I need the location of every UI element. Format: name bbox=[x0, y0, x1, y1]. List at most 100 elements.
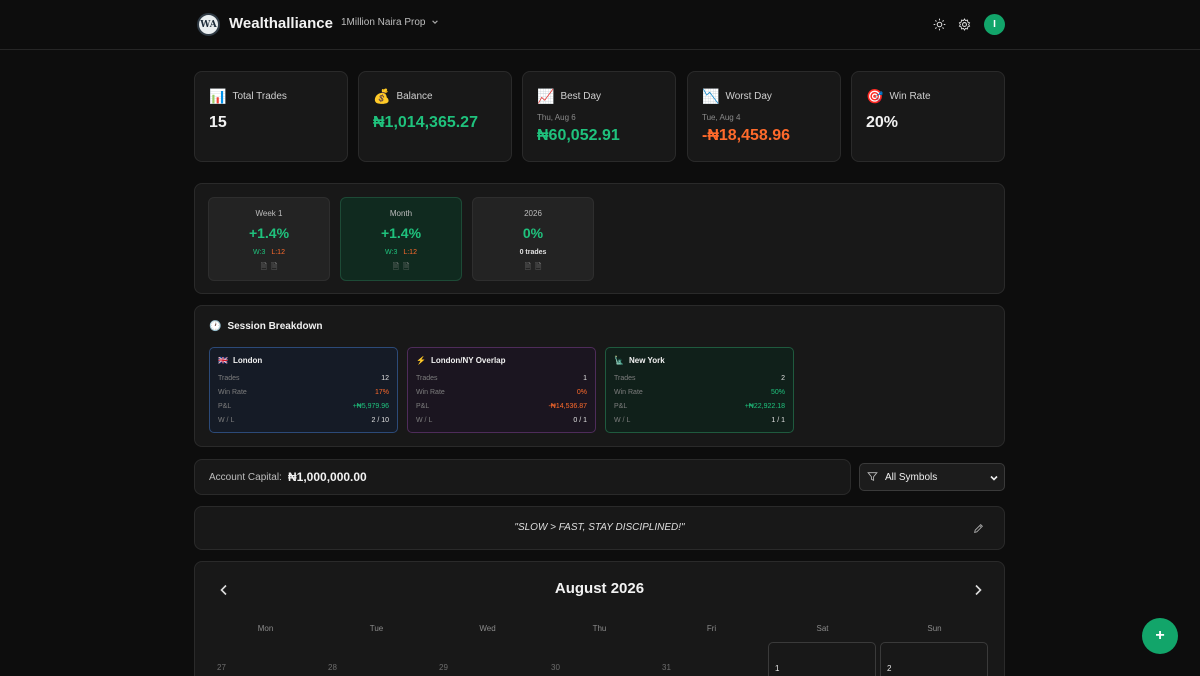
session-row-wl: W / L 0 / 1 bbox=[416, 417, 587, 427]
weekday-header: Thu bbox=[592, 624, 607, 633]
period-actions: 🗎 🗎 bbox=[341, 261, 461, 275]
day-number: 2 bbox=[887, 664, 892, 673]
document-icon[interactable]: 🗎 bbox=[525, 262, 531, 271]
row-value: 1 / 1 bbox=[771, 417, 785, 424]
period-actions: 🗎 🗎 bbox=[473, 261, 593, 275]
row-label: W / L bbox=[614, 417, 631, 424]
row-value: 50% bbox=[770, 389, 785, 396]
calendar-day-outside: 29 bbox=[433, 642, 541, 676]
stat-date: Thu, Aug 6 bbox=[537, 113, 576, 122]
symbol-filter-select[interactable]: All Symbols bbox=[859, 463, 1005, 491]
session-row-pnl: P&L -₦14,536.87 bbox=[416, 403, 587, 413]
account-name: 1Million Naira Prop bbox=[341, 17, 426, 28]
document-icon[interactable]: 🗎 bbox=[261, 262, 267, 271]
row-value: +₦22,922.18 bbox=[744, 403, 785, 410]
row-label: W / L bbox=[416, 417, 433, 424]
chevron-down-icon bbox=[431, 18, 439, 28]
day-number: 31 bbox=[662, 663, 671, 672]
session-name: London/NY Overlap bbox=[430, 356, 506, 365]
period-win-loss: W:3 L:12 bbox=[341, 249, 461, 256]
session-name: London bbox=[232, 356, 263, 365]
calendar-month-title: August 2026 bbox=[554, 580, 645, 597]
row-value: 0 / 1 bbox=[573, 417, 587, 424]
calendar-day[interactable]: 2 bbox=[880, 642, 988, 676]
session-row-win-rate: Win Rate 17% bbox=[218, 389, 389, 399]
period-card-month[interactable]: Month +1.4% W:3 L:12 🗎 🗎 bbox=[340, 197, 462, 281]
weekday-header: Tue bbox=[369, 624, 384, 633]
capital-value[interactable]: ₦1,000,000.00 bbox=[288, 470, 367, 484]
stat-card-balance: 💰 Balance ₦1,014,365.27 bbox=[358, 71, 512, 162]
clock-icon: 🕐 bbox=[209, 321, 222, 332]
row-label: Trades bbox=[614, 375, 636, 382]
row-label: Win Rate bbox=[218, 389, 247, 396]
period-actions: 🗎 🗎 bbox=[209, 261, 329, 275]
period-card-year[interactable]: 2026 0% 0 trades 🗎 🗎 bbox=[472, 197, 594, 281]
row-label: Trades bbox=[416, 375, 438, 382]
account-switcher[interactable]: 1Million Naira Prop bbox=[341, 17, 439, 28]
stat-label: Worst Day bbox=[725, 91, 772, 102]
edit-pencil-icon[interactable] bbox=[973, 523, 984, 537]
session-row-wl: W / L 2 / 10 bbox=[218, 417, 389, 427]
brand-logo[interactable]: WA bbox=[197, 13, 220, 36]
period-label: Month bbox=[389, 209, 413, 218]
settings-gear-icon[interactable] bbox=[956, 16, 972, 32]
next-month-chevron-icon[interactable] bbox=[973, 584, 983, 599]
row-value: -₦14,536.87 bbox=[548, 403, 587, 410]
session-card-new-york[interactable]: 🗽 New York Trades 2 Win Rate 50% P&L +₦22,92… bbox=[605, 347, 794, 433]
chart-up-icon: 📈 bbox=[537, 88, 555, 104]
losses-count: L:12 bbox=[403, 249, 417, 256]
calendar-day[interactable]: 1 bbox=[768, 642, 876, 676]
brand-name[interactable]: Wealthalliance bbox=[229, 15, 333, 32]
target-icon: 🎯 bbox=[866, 88, 884, 104]
session-card-london[interactable]: 🇬🇧 London Trades 12 Win Rate 17% P&L +₦5,979… bbox=[209, 347, 398, 433]
document-icon[interactable]: 🗎 bbox=[403, 262, 409, 271]
bar-chart-icon: 📊 bbox=[209, 88, 227, 104]
period-card-week[interactable]: Week 1 +1.4% W:3 L:12 🗎 🗎 bbox=[208, 197, 330, 281]
row-value: 1 bbox=[583, 375, 587, 382]
session-row-pnl: P&L +₦5,979.96 bbox=[218, 403, 389, 413]
theme-toggle-sun-icon[interactable] bbox=[931, 16, 947, 32]
document-icon[interactable]: 🗎 bbox=[271, 262, 277, 271]
session-row-win-rate: Win Rate 0% bbox=[416, 389, 587, 399]
session-card-overlap[interactable]: ⚡ London/NY Overlap Trades 1 Win Rate 0% P&… bbox=[407, 347, 596, 433]
document-icon[interactable]: 🗎 bbox=[393, 262, 399, 271]
document-icon[interactable]: 🗎 bbox=[535, 262, 541, 271]
stat-card-best-day: 📈 Best Day Thu, Aug 6 ₦60,052.91 bbox=[522, 71, 676, 162]
section-title: Session Breakdown bbox=[227, 321, 323, 332]
row-label: P&L bbox=[218, 403, 232, 410]
calendar-day-outside: 27 bbox=[211, 642, 319, 676]
add-trade-button[interactable]: + bbox=[1142, 618, 1178, 654]
stat-label: Balance bbox=[396, 91, 433, 102]
row-value: 2 / 10 bbox=[371, 417, 389, 424]
calendar-day-outside: 28 bbox=[322, 642, 430, 676]
weekday-header: Fri bbox=[706, 624, 717, 633]
stat-value: ₦60,052.91 bbox=[537, 127, 620, 144]
stat-card-worst-day: 📉 Worst Day Tue, Aug 4 -₦18,458.96 bbox=[687, 71, 841, 162]
period-label: Week 1 bbox=[255, 209, 283, 218]
wins-count: W:3 bbox=[253, 249, 266, 256]
stat-value: -₦18,458.96 bbox=[702, 127, 791, 144]
session-row-trades: Trades 1 bbox=[416, 375, 587, 385]
money-bag-icon: 💰 bbox=[373, 88, 391, 104]
session-row-trades: Trades 12 bbox=[218, 375, 389, 385]
row-value: +₦5,979.96 bbox=[352, 403, 389, 410]
quote-text: "SLOW > FAST, STAY DISCIPLINED!" bbox=[514, 522, 685, 533]
period-trades: 0 trades bbox=[519, 249, 547, 256]
stat-date: Tue, Aug 4 bbox=[702, 113, 741, 122]
period-label: 2026 bbox=[524, 209, 542, 218]
motivation-quote-card: "SLOW > FAST, STAY DISCIPLINED!" bbox=[194, 506, 1005, 550]
user-avatar[interactable]: I bbox=[984, 14, 1005, 35]
weekday-header: Mon bbox=[257, 624, 274, 633]
row-value: 17% bbox=[374, 389, 389, 396]
logo-text: WA bbox=[200, 19, 217, 30]
period-value: 0% bbox=[522, 225, 544, 241]
stat-label: Best Day bbox=[560, 91, 602, 102]
session-name: New York bbox=[628, 356, 665, 365]
period-value: +1.4% bbox=[248, 225, 290, 241]
period-value: +1.4% bbox=[380, 225, 422, 241]
session-row-pnl: P&L +₦22,922.18 bbox=[614, 403, 785, 413]
stat-value: ₦1,014,365.27 bbox=[373, 114, 478, 131]
uk-flag-icon: 🇬🇧 bbox=[218, 356, 228, 365]
day-number: 29 bbox=[439, 663, 448, 672]
top-header: WA Wealthalliance 1Million Naira Prop I bbox=[0, 0, 1200, 50]
